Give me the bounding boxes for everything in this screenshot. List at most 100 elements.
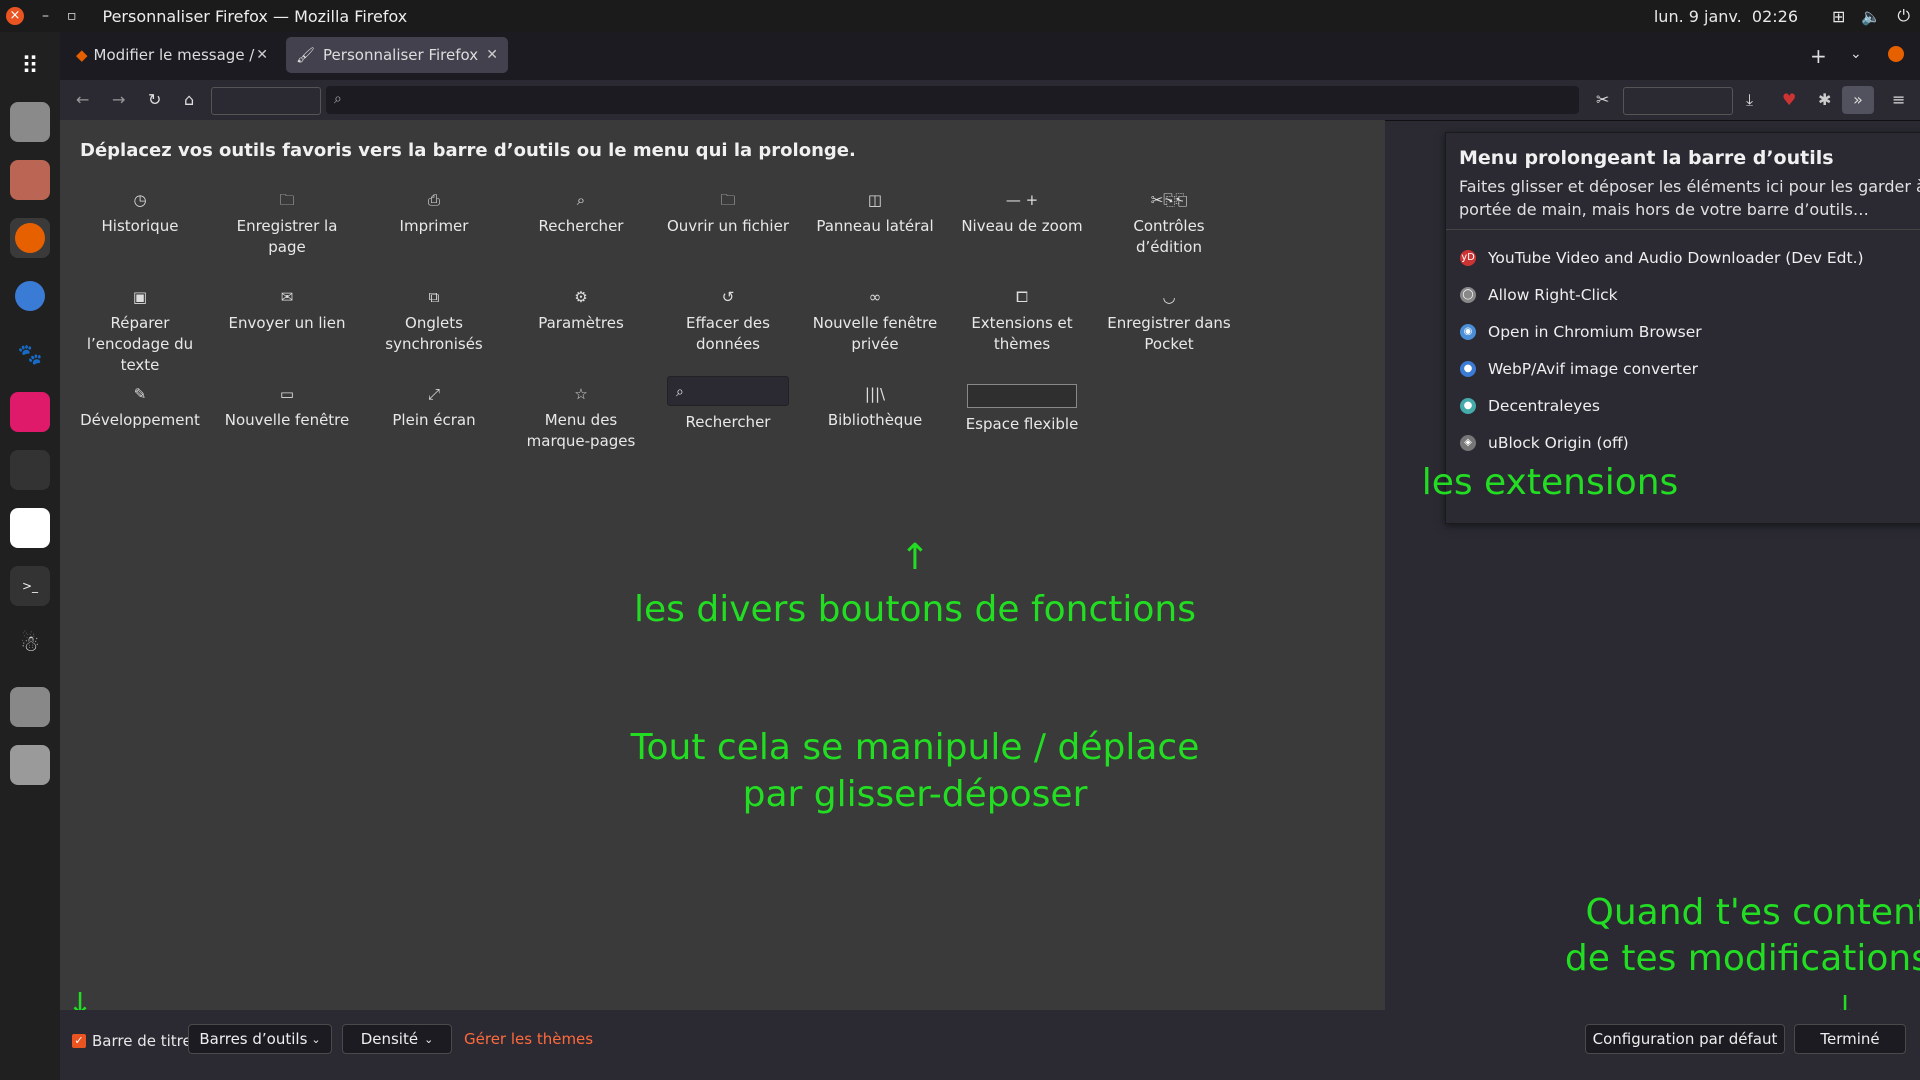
extension-item[interactable]: ◉Open in Chromium Browser⚙ <box>1460 317 1920 347</box>
palette-item[interactable]: ⚙ Paramètres <box>511 287 651 334</box>
palette-item[interactable]: ✉ Envoyer un lien <box>217 287 357 334</box>
tab-personnaliser-firefox[interactable]: 🖌 Personnaliser Firefox ✕ <box>286 37 508 73</box>
palette-item[interactable]: ◫ Panneau latéral <box>805 190 945 237</box>
palette-item[interactable]: ⎙ Imprimer <box>364 190 504 237</box>
palette-item[interactable]: |||\ Bibliothèque <box>805 384 945 431</box>
palette-item-icon: ⧠ <box>1015 288 1028 306</box>
annotation-arrow-up: ↑ <box>899 537 931 578</box>
thunderbird-icon[interactable] <box>10 276 50 316</box>
palette-item-label: Plein écran <box>392 411 476 429</box>
close-tab-icon[interactable]: ✕ <box>486 47 498 63</box>
maximize-window-button[interactable]: ▫ <box>67 8 77 24</box>
toolbars-dropdown[interactable]: Barres d’outils ⌄ <box>188 1024 332 1054</box>
palette-item[interactable]: ◷ Historique <box>70 190 210 237</box>
extension-label: Allow Right-Click <box>1488 286 1618 304</box>
palette-item[interactable]: — + Niveau de zoom <box>952 190 1092 237</box>
forward-icon[interactable]: → <box>112 90 125 109</box>
palette-item[interactable]: ⧠ Extensions et thèmes <box>952 287 1092 355</box>
palette-item-icon: ↺ <box>721 288 735 306</box>
palette-item[interactable]: 🗀 Enregistrer la page <box>217 190 357 258</box>
url-bar[interactable]: ⌕ <box>326 86 1579 114</box>
flexible-space-slot[interactable] <box>211 87 321 115</box>
tab-modifier-message[interactable]: ◆ Modifier le message / For ✕ <box>68 37 278 73</box>
annotation-buttons: les divers boutons de fonctions <box>634 589 1196 630</box>
palette-item[interactable]: ⌕ Rechercher <box>658 376 798 433</box>
network-icon[interactable]: ⊞ <box>1832 7 1845 26</box>
overflow-heading: Menu prolongeant la barre d’outils <box>1459 147 1834 169</box>
palette-item-icon: ⤢ <box>427 385 440 403</box>
palette-item[interactable]: ✎ Développement <box>70 384 210 431</box>
extension-icon: ◯ <box>1460 287 1476 303</box>
palette-item-label: Rechercher <box>538 217 624 235</box>
gimp-icon[interactable]: 🐾 <box>10 334 50 374</box>
back-icon[interactable]: ← <box>76 90 89 109</box>
customize-footer: ✓ Barre de titre Barres d’outils ⌄ Densit… <box>60 1010 1920 1080</box>
done-button[interactable]: Terminé <box>1794 1024 1906 1054</box>
palette-item-icon: 🗀 <box>279 191 295 209</box>
palette-item-icon: ✂⎘⎗ <box>1150 191 1188 209</box>
app-grid-icon[interactable]: ⠿ <box>10 46 50 86</box>
palette-item-icon: ☆ <box>574 385 588 403</box>
palette-item-label: Menu des marque-pages <box>526 411 636 450</box>
screenshot-icon[interactable]: ✂ <box>1596 90 1609 109</box>
close-window-button[interactable]: × <box>6 7 24 25</box>
density-dropdown[interactable]: Densité ⌄ <box>342 1024 452 1054</box>
trash-icon[interactable] <box>10 745 50 785</box>
minimize-window-button[interactable]: – <box>42 8 49 24</box>
extension-toolbar-icon[interactable]: ♥ <box>1782 90 1796 109</box>
clock[interactable]: lun. 9 janv. 02:26 <box>1654 7 1798 26</box>
flexible-space-slot-right[interactable] <box>1623 87 1733 115</box>
close-tab-icon[interactable]: ✕ <box>256 47 268 63</box>
extension-label: Open in Chromium Browser <box>1488 323 1702 341</box>
downloads-icon[interactable]: ⤓ <box>1746 90 1753 110</box>
palette-item[interactable]: ☆ Menu des marque-pages <box>511 384 651 452</box>
text-editor-icon[interactable] <box>10 508 50 548</box>
palette-item-label: Onglets synchronisés <box>385 314 483 353</box>
volume-icon[interactable]: 🔈 <box>1861 7 1881 26</box>
firefox-view-icon[interactable] <box>1888 46 1904 62</box>
palette-item-label: Extensions et thèmes <box>971 314 1073 353</box>
overflow-menu-icon[interactable]: » <box>1842 86 1874 114</box>
palette-item[interactable]: ∞ Nouvelle fenêtre privée <box>805 287 945 355</box>
extension-item[interactable]: ●WebP/Avif image converter⚙ <box>1460 354 1920 384</box>
system-monitor-icon[interactable] <box>10 450 50 490</box>
palette-item[interactable]: Espace flexible <box>952 384 1092 435</box>
annotation-dragdrop-2: par glisser-déposer <box>742 774 1088 815</box>
palette-item[interactable]: ⤢ Plein écran <box>364 384 504 431</box>
reset-default-button[interactable]: Configuration par défaut <box>1585 1024 1785 1054</box>
anydesk-icon[interactable] <box>10 392 50 432</box>
terminal-icon[interactable]: >_ <box>10 566 50 606</box>
extension-item[interactable]: ◈uBlock Origin (off)⚙ <box>1460 428 1920 458</box>
palette-item[interactable]: 🗀 Ouvrir un fichier <box>658 190 798 237</box>
extension-item[interactable]: ◯Allow Right-Click⚙ <box>1460 280 1920 310</box>
palette-item[interactable]: ↺ Effacer des données <box>658 287 798 355</box>
firefox-icon[interactable] <box>10 218 50 258</box>
home-icon[interactable]: ⌂ <box>184 90 194 109</box>
palette-item[interactable]: ▣ Réparer l’encodage du texte <box>70 287 210 376</box>
extension-label: WebP/Avif image converter <box>1488 360 1699 378</box>
palette-item[interactable]: ⌕ Rechercher <box>511 190 651 237</box>
new-tab-icon[interactable]: + <box>1810 44 1827 68</box>
list-tabs-icon[interactable]: ⌄ <box>1850 46 1862 62</box>
palette-item[interactable]: ⧉ Onglets synchronisés <box>364 287 504 355</box>
reload-icon[interactable]: ↻ <box>148 90 161 109</box>
power-icon[interactable]: ⏻ <box>1897 6 1910 26</box>
titlebar-checkbox[interactable]: ✓ Barre de titre <box>72 1032 192 1050</box>
palette-item-label: Développement <box>80 411 200 429</box>
extensions-puzzle-icon[interactable]: ✱ <box>1818 90 1831 109</box>
extension-item[interactable]: yD YouTube Video and Audio Downloader (De… <box>1460 243 1920 273</box>
ssd-drive-icon[interactable] <box>10 687 50 727</box>
hamburger-menu-icon[interactable]: ≡ <box>1892 90 1905 109</box>
palette-item[interactable]: ▭ Nouvelle fenêtre <box>217 384 357 431</box>
palette-item[interactable]: ✂⎘⎗ Contrôles d’édition <box>1099 190 1239 258</box>
manage-themes-link[interactable]: Gérer les thèmes <box>464 1030 593 1048</box>
backup-icon[interactable] <box>10 160 50 200</box>
tab-label: Modifier le message / For <box>93 46 259 64</box>
palette-item[interactable]: ◡ Enregistrer dans Pocket <box>1099 287 1239 355</box>
checkbox-checked-icon[interactable]: ✓ <box>72 1034 86 1048</box>
extension-item[interactable]: ●Decentraleyes⚙ <box>1460 391 1920 421</box>
palette-item-label: Panneau latéral <box>816 217 934 235</box>
penguin-icon[interactable]: ☃ <box>10 624 50 664</box>
palette-item-label: Rechercher <box>685 413 771 431</box>
files-icon[interactable] <box>10 102 50 142</box>
